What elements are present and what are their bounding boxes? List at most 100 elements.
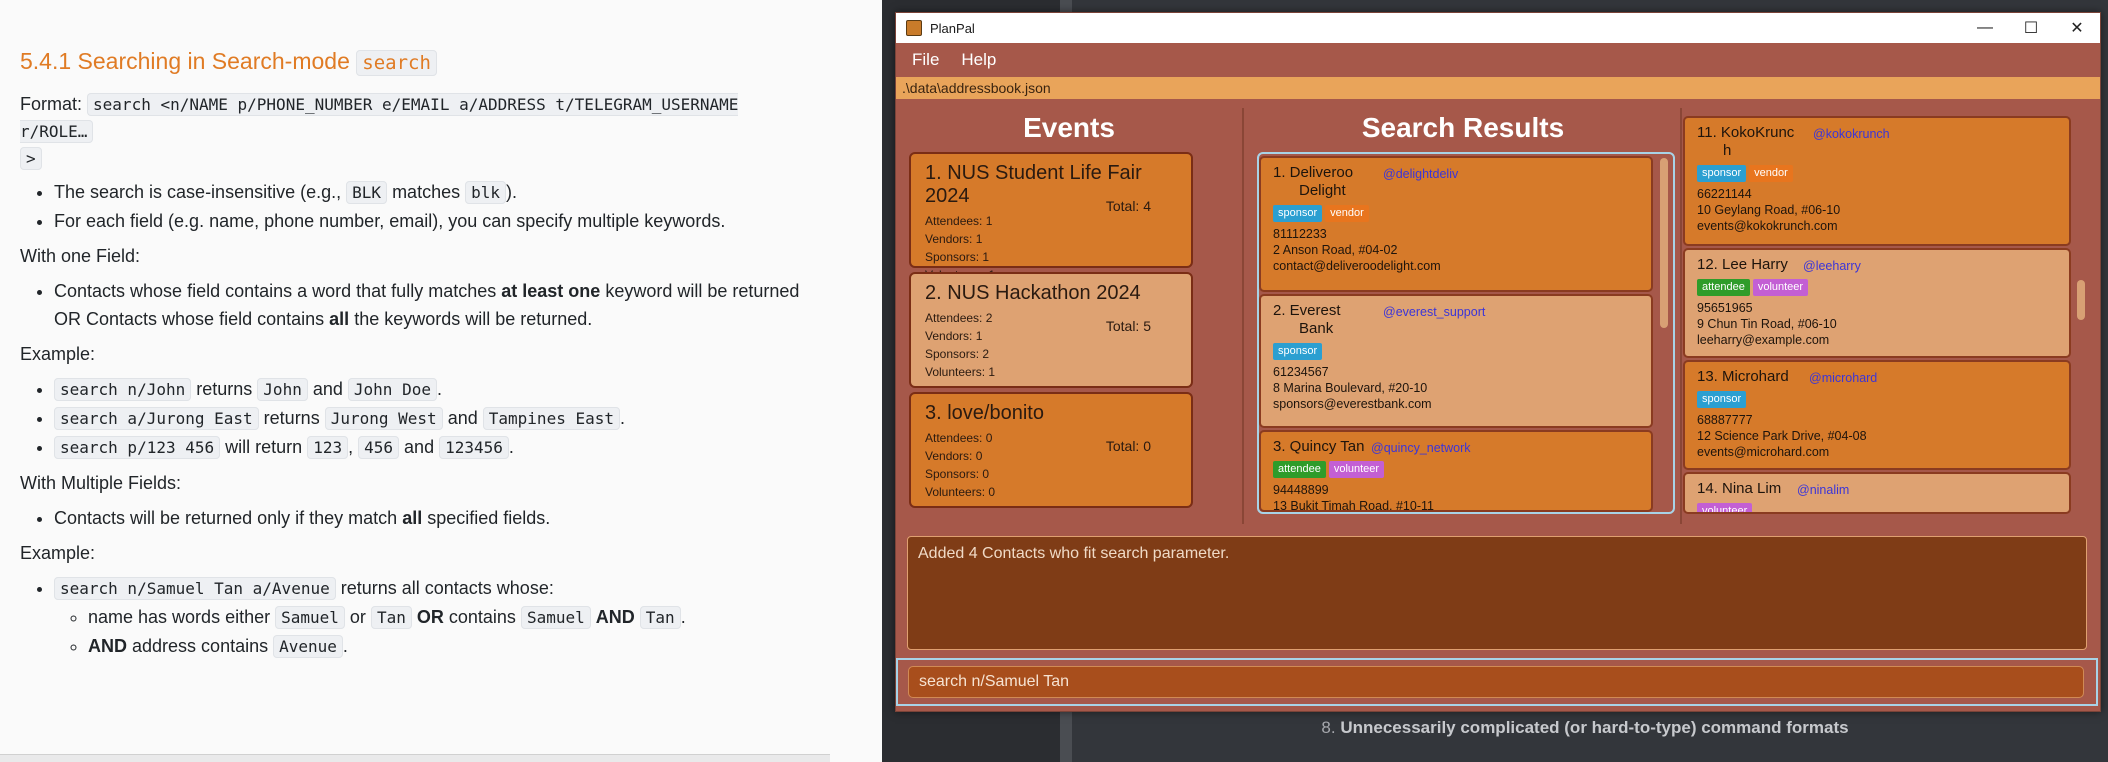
- telegram-handle[interactable]: @everest_support: [1383, 304, 1485, 320]
- event-stat-volunteers: Volunteers: 1: [925, 365, 996, 379]
- app-icon: [906, 20, 922, 36]
- event-stat-vendors: Vendors: 1: [925, 232, 983, 246]
- contact-name: 12. Lee Harry: [1697, 256, 1788, 273]
- taskbar-strip: [0, 754, 830, 762]
- event-stat-attendees: Attendees: 1: [925, 214, 993, 228]
- event-stat-sponsors: Sponsors: 1: [925, 250, 990, 264]
- format-code: search <n/NAME p/PHONE_NUMBER e/EMAIL a/…: [20, 93, 739, 143]
- contact-phone: 95651965: [1697, 301, 1753, 315]
- contact-email: contact@deliveroodelight.com: [1273, 259, 1441, 273]
- window-title: PlanPal: [930, 20, 975, 36]
- contact-name: 14. Nina Lim: [1697, 480, 1782, 497]
- heading-code: search: [356, 50, 437, 76]
- tag-list: attendee volunteer: [1697, 278, 2057, 296]
- tag-vendor: vendor: [1749, 165, 1793, 182]
- event-card[interactable]: 1. NUS Student Life Fair 2024 Attendees: …: [909, 152, 1193, 282]
- results-title: Search Results: [1361, 112, 1565, 143]
- contact-card[interactable]: 11. KokoKrunc h @kokokrunch sponsor vendor 66…: [1683, 116, 2071, 246]
- tag-list: sponsor vendor: [1273, 204, 1639, 222]
- scrollbar-thumb[interactable]: [1660, 158, 1668, 328]
- contact-address: 10 Geylang Road, #06-10: [1697, 203, 1841, 217]
- contact-card[interactable]: 13. Microhard @microhard sponsor 68887777 12…: [1683, 360, 2071, 470]
- menu-file[interactable]: File: [912, 50, 939, 70]
- panel-divider: [1680, 108, 1682, 524]
- contact-card[interactable]: 2. Everest Bank @everest_supportsponsor 612…: [1259, 294, 1653, 428]
- background-caption: 8. Unnecessarily complicated (or hard-to…: [1321, 718, 1849, 737]
- maximize-icon[interactable]: ☐: [2008, 18, 2054, 38]
- section-heading: 5.4.1 Searching in Search-mode search: [20, 48, 820, 76]
- list-item: search a/Jurong East returns Jurong West…: [54, 404, 820, 433]
- event-name: 3. love/bonito: [925, 402, 1044, 424]
- list-item: Contacts whose field contains a word tha…: [54, 277, 820, 333]
- telegram-handle[interactable]: @ninalim: [1797, 482, 1849, 498]
- tag-attendee: attendee: [1697, 279, 1750, 296]
- contact-address: 9 Chun Tin Road, #06-10: [1697, 317, 1837, 331]
- event-name: 2. NUS Hackathon 2024: [925, 282, 1141, 304]
- contact-name: 13. Microhard: [1697, 368, 1789, 385]
- tag-list: attendee volunteer: [1273, 460, 1639, 478]
- command-input[interactable]: search n/Samuel Tan: [908, 666, 2084, 698]
- guide-document: 5.4.1 Searching in Search-mode search Fo…: [0, 0, 882, 762]
- telegram-handle[interactable]: @delightdeliv: [1383, 166, 1458, 182]
- contact-email: leeharry@example.com: [1697, 333, 1830, 347]
- telegram-handle[interactable]: @leeharry: [1803, 258, 1861, 274]
- contact-phone: 94448899: [1273, 483, 1329, 497]
- tag-attendee: attendee: [1273, 461, 1326, 478]
- events-title: Events: [1023, 112, 1115, 143]
- tag-volunteer: volunteer: [1697, 503, 1753, 512]
- contact-card[interactable]: 12. Lee Harry @leeharry attendee volunteer 9…: [1683, 248, 2071, 358]
- tag-sponsor: sponsor: [1697, 391, 1747, 408]
- title-bar: PlanPal — ☐ ✕: [896, 13, 2100, 43]
- contact-name: 2. Everest: [1273, 302, 1341, 319]
- contact-card[interactable]: 14. Nina Lim @ninalim volunteer: [1683, 472, 2071, 514]
- event-card[interactable]: 2. NUS Hackathon 2024 Attendees: 2 Vendors…: [909, 272, 1193, 388]
- contact-phone: 61234567: [1273, 365, 1329, 379]
- list-item: search n/Samuel Tan a/Avenue returns all…: [54, 574, 820, 661]
- format-code-continued: >: [20, 147, 42, 170]
- contacts-scrollbar[interactable]: [2076, 120, 2086, 514]
- one-field-list: Contacts whose field contains a word tha…: [20, 277, 820, 333]
- telegram-handle[interactable]: @kokokrunch: [1813, 126, 1890, 142]
- tag-list: sponsor vendor: [1697, 164, 2057, 182]
- event-total: Total: 0: [1105, 438, 1151, 454]
- scrollbar-thumb[interactable]: [2077, 280, 2085, 320]
- contact-phone: 66221144: [1697, 187, 1752, 201]
- contact-address: 12 Science Park Drive, #04-08: [1697, 429, 1867, 443]
- contact-address: 13 Bukit Timah Road, #10-11: [1273, 499, 1434, 512]
- rules-list: The search is case-insensitive (e.g., BL…: [20, 178, 820, 235]
- list-item: Contacts will be returned only if they m…: [54, 504, 820, 532]
- event-card[interactable]: 3. love/bonito Attendees: 0 Vendors: 0 Spon…: [909, 392, 1193, 508]
- tag-sponsor: sponsor: [1273, 205, 1323, 222]
- list-item: The search is case-insensitive (e.g., BL…: [54, 178, 820, 207]
- multi-field-list: Contacts will be returned only if they m…: [20, 504, 820, 532]
- tag-sponsor: sponsor: [1273, 343, 1323, 360]
- subheading-multi-field: With Multiple Fields:: [20, 473, 182, 493]
- example-list: search n/John returns John and John Doe.…: [20, 375, 820, 462]
- contact-name-cont: Bank: [1299, 320, 1334, 337]
- subheading-one-field: With one Field:: [20, 246, 141, 266]
- contact-phone: 81112233: [1273, 227, 1327, 241]
- list-item: search n/John returns John and John Doe.: [54, 375, 820, 404]
- event-stat-sponsors: Sponsors: 0: [925, 467, 990, 481]
- panel-divider: [1242, 108, 1244, 524]
- minimize-icon[interactable]: —: [1962, 19, 2008, 37]
- results-scrollbar[interactable]: [1659, 156, 1669, 512]
- event-stat-volunteers: Volunteers: 0: [925, 485, 996, 499]
- example-label: Example:: [20, 344, 96, 364]
- close-icon[interactable]: ✕: [2054, 18, 2100, 38]
- menu-help[interactable]: Help: [961, 50, 996, 70]
- contact-name: 3. Quincy Tan: [1273, 438, 1365, 455]
- tag-list: sponsor: [1697, 390, 2057, 408]
- event-stat-sponsors: Sponsors: 2: [925, 347, 990, 361]
- tag-list: sponsor: [1273, 342, 1639, 360]
- contact-card[interactable]: 3. Quincy Tan @quincy_network attendee volu…: [1259, 430, 1653, 512]
- sub-list: name has words either Samuel or Tan OR c…: [54, 603, 820, 661]
- tag-vendor: vendor: [1325, 205, 1369, 222]
- telegram-handle[interactable]: @quincy_network: [1371, 440, 1471, 456]
- contact-card[interactable]: 1. Deliveroo Delight @delightdeliv sponsor v…: [1259, 156, 1653, 292]
- contact-address: 8 Marina Boulevard, #20-10: [1273, 381, 1428, 395]
- contact-address: 2 Anson Road, #04-02: [1273, 243, 1398, 257]
- telegram-handle[interactable]: @microhard: [1809, 370, 1877, 386]
- tag-list: volunteer: [1697, 502, 2057, 512]
- contact-name: 11. KokoKrunc: [1697, 124, 1795, 141]
